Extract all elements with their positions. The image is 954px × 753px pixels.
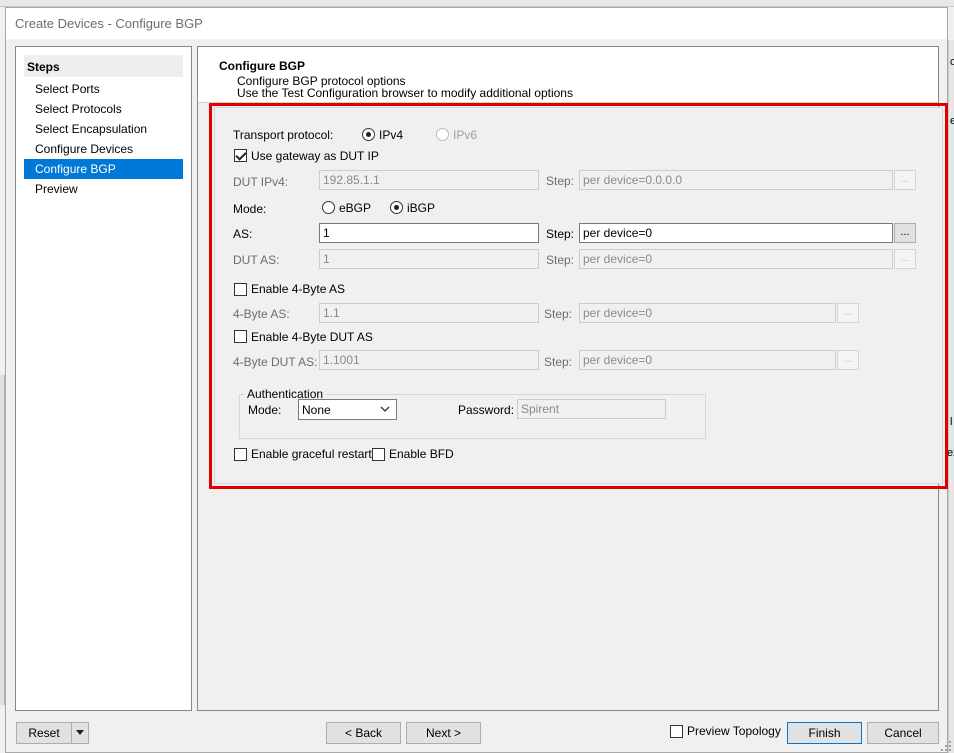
preview-topology-checkbox[interactable]: [670, 725, 683, 738]
page-subtitle-2: Use the Test Configuration browser to mo…: [237, 86, 573, 100]
bg-fragment: l: [950, 416, 953, 428]
reset-split-button[interactable]: Reset: [16, 722, 89, 744]
dialog-titlebar[interactable]: Create Devices - Configure BGP: [6, 8, 947, 39]
bg-fragment: e: [950, 115, 954, 127]
page-header: Configure BGP Configure BGP protocol opt…: [198, 47, 938, 103]
create-devices-dialog: Create Devices - Configure BGP Steps Sel…: [5, 7, 948, 753]
background-right-pane: c e l ex: [947, 40, 954, 753]
dialog-title: Create Devices - Configure BGP: [15, 16, 203, 31]
steps-panel: Steps Select Ports Select Protocols Sele…: [15, 46, 192, 711]
resize-grip-icon[interactable]: [940, 740, 952, 752]
steps-header: Steps: [24, 55, 183, 77]
step-select-encapsulation[interactable]: Select Encapsulation: [24, 119, 183, 139]
bg-fragment: ex: [947, 447, 954, 459]
step-select-ports[interactable]: Select Ports: [24, 79, 183, 99]
preview-topology-label: Preview Topology: [687, 724, 781, 738]
step-preview[interactable]: Preview: [24, 179, 183, 199]
cancel-button[interactable]: Cancel: [867, 722, 939, 744]
back-button[interactable]: < Back: [326, 722, 401, 744]
step-select-protocols[interactable]: Select Protocols: [24, 99, 183, 119]
step-configure-bgp[interactable]: Configure BGP: [24, 159, 183, 179]
bg-fragment: c: [950, 56, 954, 68]
next-button[interactable]: Next >: [406, 722, 481, 744]
highlight-box: [209, 103, 948, 489]
page-title: Configure BGP: [219, 59, 305, 73]
step-configure-devices[interactable]: Configure Devices: [24, 139, 183, 159]
reset-button[interactable]: Reset: [17, 723, 72, 743]
dropdown-arrow-icon[interactable]: [76, 730, 84, 736]
finish-button[interactable]: Finish: [787, 722, 862, 744]
background-title-strip: [0, 0, 954, 7]
